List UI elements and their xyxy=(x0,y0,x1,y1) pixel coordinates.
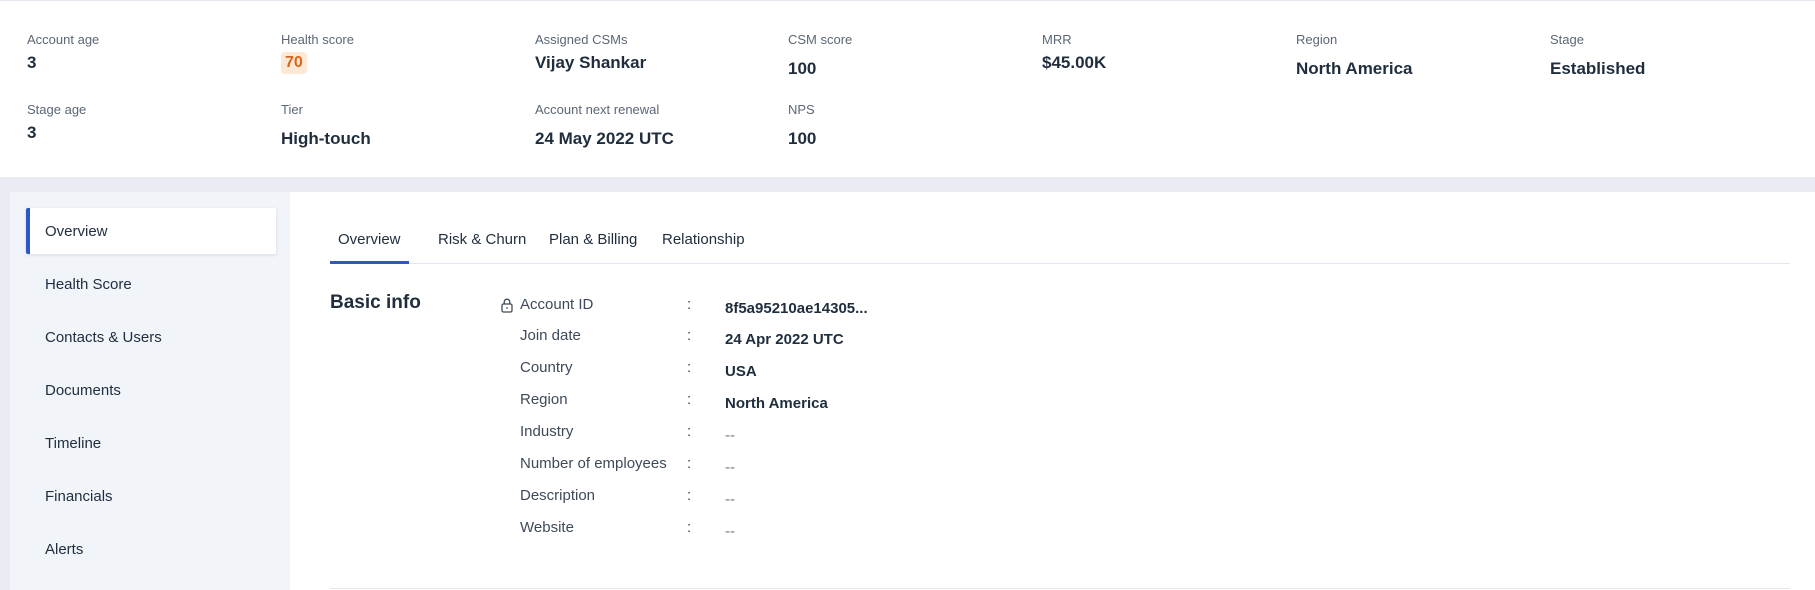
account-summary: Account age 3 Health score 70 Assigned C… xyxy=(0,0,1815,177)
sidebar-item-alerts[interactable]: Alerts xyxy=(26,526,276,572)
metric-label: CSM score xyxy=(788,32,853,47)
metric-next-renewal: Account next renewal 24 May 2022 UTC xyxy=(535,102,674,150)
info-label: Number of employees xyxy=(520,455,667,472)
info-colon: : xyxy=(687,359,692,376)
metric-mrr: MRR $45.00K xyxy=(1042,32,1106,74)
account-content: Overview Health Score Contacts & Users D… xyxy=(10,192,1815,590)
metric-value: Established xyxy=(1550,59,1646,78)
tab-bar: Overview Risk & Churn Plan & Billing Rel… xyxy=(330,222,1790,264)
info-value: North America xyxy=(725,395,828,412)
info-row-join-date: Join date : 24 Apr 2022 UTC xyxy=(330,326,1130,354)
sidebar-item-health-score[interactable]: Health Score xyxy=(26,261,276,307)
info-row-country: Country : USA xyxy=(330,358,1130,386)
metric-label: Stage xyxy=(1550,32,1584,47)
info-value: USA xyxy=(725,363,757,380)
metric-stage: Stage Established xyxy=(1550,32,1645,80)
metric-value: 100 xyxy=(788,129,817,148)
info-colon: : xyxy=(687,391,692,408)
metric-label: Account age xyxy=(27,32,100,47)
info-label: Region xyxy=(520,391,568,408)
sidebar-item-timeline[interactable]: Timeline xyxy=(26,420,276,466)
info-label: Website xyxy=(520,519,574,536)
metric-csm-score: CSM score 100 xyxy=(788,32,852,80)
tab-plan-billing[interactable]: Plan & Billing xyxy=(541,222,645,264)
metric-account-age: Account age 3 xyxy=(27,32,99,74)
metric-value: 100 xyxy=(788,59,817,78)
info-value: 24 Apr 2022 UTC xyxy=(725,331,844,348)
info-label: Description xyxy=(520,487,596,504)
info-colon: : xyxy=(687,487,692,504)
metric-nps: NPS 100 xyxy=(788,102,816,150)
metric-value: 3 xyxy=(27,53,37,72)
metric-value: North America xyxy=(1296,59,1413,78)
metric-health-score[interactable]: Health score 70 xyxy=(281,32,354,74)
info-colon: : xyxy=(687,519,692,536)
sidebar-item-contacts-users[interactable]: Contacts & Users xyxy=(26,314,276,360)
metric-label: Assigned CSMs xyxy=(535,32,628,47)
info-value-account-id[interactable]: 8f5a95210ae14305... xyxy=(725,299,868,319)
lock-icon xyxy=(501,298,513,313)
info-row-description: Description : -- xyxy=(330,486,1130,514)
info-row-account-id: Account ID : 8f5a95210ae14305... xyxy=(330,295,1130,323)
metric-label: Health score xyxy=(281,32,354,47)
info-colon: : xyxy=(687,455,692,472)
info-label: Industry xyxy=(520,423,574,440)
metric-value: 24 May 2022 UTC xyxy=(535,129,674,148)
info-colon: : xyxy=(687,296,692,313)
info-row-website: Website : -- xyxy=(330,518,1130,546)
metric-label: Tier xyxy=(281,102,303,117)
main-panel: Overview Risk & Churn Plan & Billing Rel… xyxy=(330,192,1790,590)
metric-label: Region xyxy=(1296,32,1338,47)
info-row-region: Region : North America xyxy=(330,390,1130,418)
metric-value: Vijay Shankar xyxy=(535,53,647,72)
info-row-industry: Industry : -- xyxy=(330,422,1130,450)
metric-label: Account next renewal xyxy=(535,102,660,117)
metric-label: Stage age xyxy=(27,102,87,117)
info-value: -- xyxy=(725,459,735,476)
metric-tier: Tier High-touch xyxy=(281,102,371,150)
metric-value: High-touch xyxy=(281,129,371,148)
sidebar-nav: Overview Health Score Contacts & Users D… xyxy=(10,192,290,590)
info-value: -- xyxy=(725,427,735,444)
health-score-badge[interactable]: 70 xyxy=(281,52,307,74)
info-value: -- xyxy=(725,491,735,508)
sidebar-item-documents[interactable]: Documents xyxy=(26,367,276,413)
metric-value: 3 xyxy=(27,123,37,142)
info-colon: : xyxy=(687,327,692,344)
tab-overview[interactable]: Overview xyxy=(330,222,409,264)
info-label: Join date xyxy=(520,327,581,344)
info-label: Country xyxy=(520,359,573,376)
info-colon: : xyxy=(687,423,692,440)
tab-relationship[interactable]: Relationship xyxy=(654,222,753,264)
metric-assigned-csms: Assigned CSMs Vijay Shankar xyxy=(535,32,646,74)
metric-label: NPS xyxy=(788,102,815,117)
metric-value: $45.00K xyxy=(1042,53,1107,72)
sidebar-item-financials[interactable]: Financials xyxy=(26,473,276,519)
info-value: -- xyxy=(725,523,735,540)
info-row-number-of-employees: Number of employees : -- xyxy=(330,454,1130,482)
sidebar-item-overview[interactable]: Overview xyxy=(26,208,276,254)
tab-risk-churn[interactable]: Risk & Churn xyxy=(430,222,534,264)
metric-stage-age: Stage age 3 xyxy=(27,102,86,144)
info-label: Account ID xyxy=(520,296,594,313)
metric-region: Region North America xyxy=(1296,32,1413,80)
metric-label: MRR xyxy=(1042,32,1072,47)
section-divider xyxy=(330,588,1790,589)
